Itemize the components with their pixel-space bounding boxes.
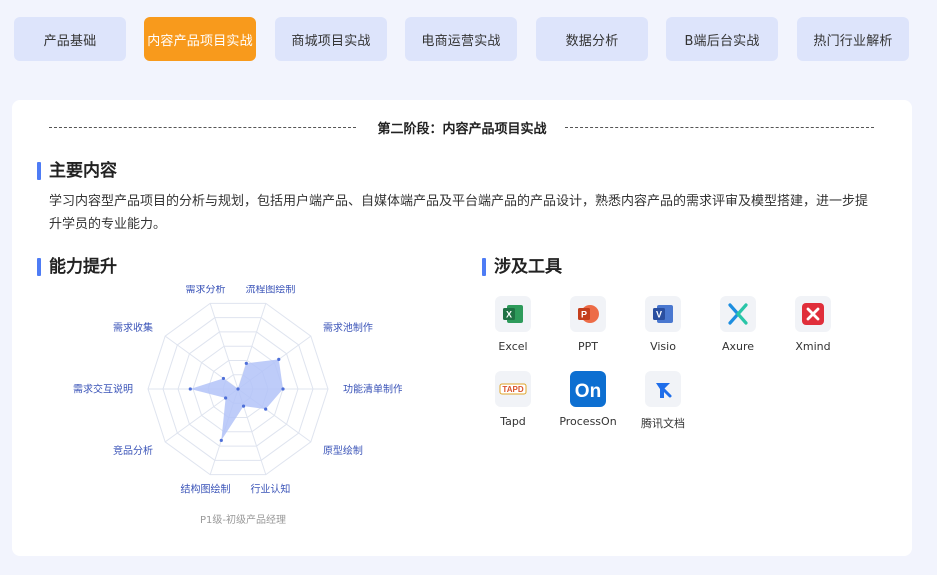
radar-axis-label: 结构图绘制 [181,482,231,495]
radar-data-point [277,357,281,361]
main-content-title: 主要内容 [49,161,117,181]
tencent-docs-icon [645,371,681,407]
tools-heading: 涉及工具 [482,257,562,277]
tool-name: Xmind [795,340,831,353]
radar-data-point [224,396,228,400]
radar-axis-label: 需求收集 [113,321,153,334]
radar-axis-label: 原型绘制 [323,444,363,457]
divider-right [565,127,874,128]
radar-data-point [219,438,223,442]
tool-name: 腾讯文档 [641,417,685,430]
tool-tencent-docs: 腾讯文档 [633,371,693,431]
tool-xmind: Xmind [783,296,843,356]
radar-axis-label: 竞品分析 [113,444,153,457]
excel-icon: X [495,296,531,332]
tool-name: PPT [578,340,598,353]
radar-svg: 需求分析 流程图绘制需求池制作功能清单制作原型绘制行业认知 结构图绘制 竞品分析 需求交… [73,283,403,526]
heading-accent-bar [37,162,41,180]
svg-text:On: On [575,381,601,401]
svg-text:X: X [506,310,512,320]
tool-name: ProcessOn [559,415,617,428]
ability-radar-chart: 需求分析 流程图绘制需求池制作功能清单制作原型绘制行业认知 结构图绘制 竞品分析 需求交… [62,283,403,530]
tab-product-basics[interactable]: 产品基础 [14,17,126,61]
radar-data-point [281,387,285,391]
radar-data-area [190,359,283,441]
radar-data-point [188,387,192,391]
radar-axis-label: 行业认知 [250,482,290,495]
radar-axis-label: 需求池制作 [323,321,373,334]
tool-name: Axure [721,340,755,353]
tool-name: Visio [650,340,676,353]
tools-title: 涉及工具 [494,257,562,277]
axure-icon [720,296,756,332]
tool-name: Excel [498,340,528,353]
tool-processon: On ProcessOn [558,371,618,431]
ability-heading: 能力提升 [37,257,117,277]
ability-title: 能力提升 [49,257,117,277]
radar-axis-label: 需求交互说明 [73,383,133,396]
tab-content-product-project[interactable]: 内容产品项目实战 [144,17,256,61]
visio-icon: V [645,296,681,332]
tab-data-analysis[interactable]: 数据分析 [536,17,648,61]
radar-data-point [236,387,240,391]
heading-accent-bar [37,258,41,276]
xmind-icon [795,296,831,332]
radar-axis-label: 功能清单制作 [343,383,402,396]
radar-caption: P1级-初级产品经理 [200,513,286,526]
tapd-icon: TAPD [495,371,531,407]
tool-name: Tapd [500,415,526,428]
svg-text:V: V [656,310,662,320]
tab-ecommerce-operations[interactable]: 电商运营实战 [405,17,517,61]
processon-icon: On [570,371,606,407]
tab-b2b-backend[interactable]: B端后台实战 [666,17,778,61]
tool-ppt: P PPT [558,296,618,356]
heading-accent-bar [482,258,486,276]
stage-detail-panel: 第二阶段：内容产品项目实战 主要内容 学习内容型产品项目的分析与规划，包括用户端… [12,100,912,556]
radar-axis-label: 流程图绘制 [245,285,295,296]
tool-axure: Axure [708,296,768,356]
tool-visio: V Visio [633,296,693,356]
ppt-icon: P [570,296,606,332]
stage-tab-bar: 产品基础 内容产品项目实战 商城项目实战 电商运营实战 数据分析 B端后台实战 … [14,17,914,61]
svg-text:TAPD: TAPD [502,385,523,394]
radar-data-point [264,407,268,411]
radar-axis-label: 需求分析 [186,285,226,296]
radar-data-point [241,404,246,408]
tab-hot-industry[interactable]: 热门行业解析 [797,17,909,61]
svg-text:P: P [581,310,587,320]
tool-excel: X Excel [483,296,543,356]
radar-data-point [244,361,248,365]
radar-data-point [221,376,226,381]
main-content-heading: 主要内容 [37,161,117,181]
tab-mall-project[interactable]: 商城项目实战 [275,17,387,61]
tool-tapd: TAPD Tapd [483,371,543,431]
main-content-description: 学习内容型产品项目的分析与规划，包括用户端产品、自媒体端产品及平台端产品的产品设… [49,194,869,232]
